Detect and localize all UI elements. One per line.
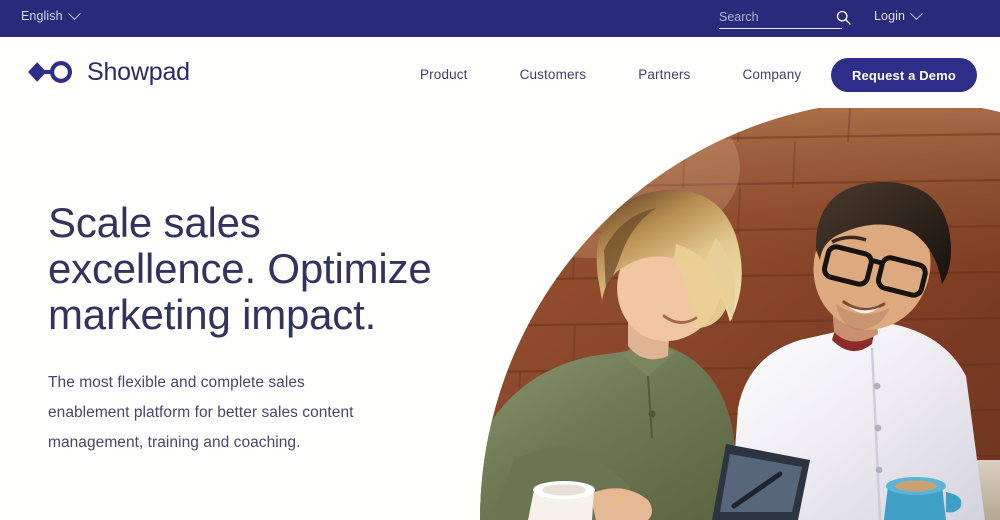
language-selector[interactable]: English xyxy=(21,7,81,23)
hero-headline: Scale sales excellence. Optimize marketi… xyxy=(48,199,432,338)
hero-section: Scale sales excellence. Optimize marketi… xyxy=(0,108,1000,520)
logo-wordmark: Showpad xyxy=(87,57,190,86)
showpad-homepage: English Login xyxy=(0,0,1000,520)
login-label: Login xyxy=(874,9,906,23)
hero-subheadline: The most flexible and complete sales ena… xyxy=(48,374,354,451)
showpad-infinity-logo xyxy=(28,61,72,83)
search-field-wrapper xyxy=(719,8,842,30)
showpad-logo[interactable]: Showpad xyxy=(24,59,190,85)
request-demo-button[interactable]: Request a Demo xyxy=(831,58,977,92)
nav-item-product[interactable]: Product xyxy=(420,67,468,82)
chevron-down-icon xyxy=(910,7,923,20)
language-label: English xyxy=(21,9,63,23)
top-utility-bar: English Login xyxy=(0,0,1000,37)
nav-item-partners[interactable]: Partners xyxy=(638,67,690,82)
chevron-down-icon xyxy=(67,7,81,20)
search-icon[interactable] xyxy=(836,10,851,25)
login-menu[interactable]: Login xyxy=(874,7,923,23)
hero-image xyxy=(480,108,1000,520)
nav-item-company[interactable]: Company xyxy=(742,67,801,82)
main-header: Showpad Product Customers Partners Compa… xyxy=(0,37,1000,108)
search-input[interactable] xyxy=(719,8,842,29)
top-utility-bar-inner: English Login xyxy=(0,0,1000,37)
nav-item-customers[interactable]: Customers xyxy=(520,67,587,82)
hero-copy: Scale sales excellence. Optimize marketi… xyxy=(48,199,448,452)
